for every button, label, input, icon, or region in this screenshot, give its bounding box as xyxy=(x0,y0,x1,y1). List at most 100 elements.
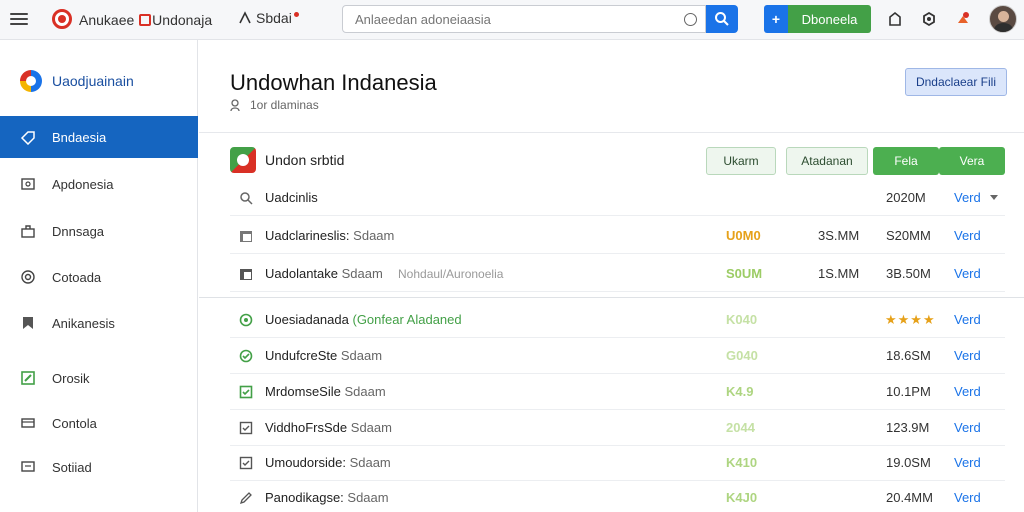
row-name: Panodikagse: Sdaam xyxy=(265,490,389,505)
table-row[interactable]: Uadclarineslis: Sdaam U0M0 3S.MM S20MM V… xyxy=(230,218,1005,254)
sidebar-item-contola[interactable]: Contola xyxy=(0,402,198,444)
table-row-featured[interactable]: Uoesiadanada (Gonfear Aladaned K040 ★★★★… xyxy=(230,302,1005,338)
row-view-link[interactable]: Verd xyxy=(954,312,981,327)
filter-pill-ukarm[interactable]: Ukarm xyxy=(706,147,776,175)
home-icon xyxy=(239,11,251,24)
row-view-link[interactable]: Verd xyxy=(954,266,981,281)
table-row[interactable]: Uadolantake Sdaam Nohdaul/Auronoelia S0U… xyxy=(230,256,1005,292)
settings-icon[interactable] xyxy=(920,10,938,28)
pen-icon xyxy=(238,490,254,506)
row-price: K410 xyxy=(726,455,758,470)
sidebar-item-label: Sotiiad xyxy=(52,459,92,475)
notification-dot-icon xyxy=(293,11,299,17)
filter-pill-atadanan[interactable]: Atadanan xyxy=(786,147,868,175)
table-row[interactable]: Uadcinlis 2020M Verd xyxy=(230,180,1005,216)
sidebar-item-bndaesia[interactable]: Bndaesia xyxy=(0,116,198,158)
sidebar-item-cotoada[interactable]: Cotoada xyxy=(0,256,198,298)
bookmark-icon xyxy=(20,315,36,331)
sidebar-item-label: Apdonesia xyxy=(52,176,114,192)
create-button[interactable]: + Dboneela xyxy=(764,5,871,33)
row-view-link[interactable]: Verd xyxy=(954,490,981,505)
sidebar: Uaodjuainain Bndaesia Apdonesia Dnnsaga … xyxy=(0,40,198,512)
row-name: Umoudorside: Sdaam xyxy=(265,455,391,470)
row-view-link[interactable]: Verd xyxy=(954,420,981,435)
home-link[interactable]: Sbdai xyxy=(238,10,299,26)
row-name-text: Umoudorside: xyxy=(265,455,346,470)
search-button[interactable] xyxy=(706,5,738,33)
row-extra: Sdaam xyxy=(350,420,392,435)
sidebar-brand-logo-icon xyxy=(20,70,42,92)
notification-bell-icon[interactable] xyxy=(954,10,972,28)
row-name: Uadolantake Sdaam xyxy=(265,266,383,281)
chat-icon xyxy=(20,459,36,475)
sidebar-item-dnnsaga[interactable]: Dnnsaga xyxy=(0,210,198,252)
row-view-link[interactable]: Verd xyxy=(954,228,981,243)
page-subtitle: 1or dlaminas xyxy=(230,98,319,112)
page-subtitle-text: 1or dlaminas xyxy=(250,98,319,112)
row-extra: Sdaam xyxy=(340,348,383,363)
row-name-text: ViddhoFrsSde xyxy=(265,420,348,435)
row-price: 2044 xyxy=(726,420,755,435)
row-name: Uadclarineslis: Sdaam xyxy=(265,228,394,243)
row-size: 18.6SM xyxy=(886,348,931,363)
row-view-link[interactable]: Verd xyxy=(954,384,981,399)
share-icon[interactable] xyxy=(886,10,904,28)
row-name: Uadcinlis xyxy=(265,190,318,205)
card-icon xyxy=(20,415,36,431)
header-divider xyxy=(199,132,1024,133)
brand-logo-icon[interactable] xyxy=(52,9,72,29)
filter-pill-fela[interactable]: Fela xyxy=(873,147,939,175)
search-input[interactable] xyxy=(355,11,684,27)
sidebar-item-sotiiad[interactable]: Sotiiad xyxy=(0,446,198,488)
home-label: Sbdai xyxy=(256,10,292,26)
row-count: 1S.MM xyxy=(818,266,860,281)
clear-search-icon[interactable] xyxy=(684,12,697,26)
brand-name-part-a: Anukaee xyxy=(79,12,135,28)
sidebar-item-label: Anikanesis xyxy=(52,315,115,331)
sidebar-item-orosik[interactable]: Orosik xyxy=(0,357,198,399)
row-count: 3S.MM xyxy=(818,228,860,243)
row-price: G040 xyxy=(726,348,758,363)
row-view-link[interactable]: Verd xyxy=(954,348,981,363)
user-avatar[interactable] xyxy=(989,5,1017,33)
table-row[interactable]: Umoudorside: Sdaam K410 19.0SM Verd xyxy=(230,445,1005,481)
brand-name-part-b: Undonaja xyxy=(152,12,213,28)
row-extra: Sdaam xyxy=(349,455,391,470)
row-size: 3B.50M xyxy=(886,266,931,281)
edit-icon xyxy=(20,370,36,386)
row-size: 2020M xyxy=(886,190,926,205)
table-row[interactable]: ViddhoFrsSde Sdaam 2044 123.9M Verd xyxy=(230,410,1005,446)
main-content: Undowhan Indanesia 1or dlaminas Dndaclae… xyxy=(199,40,1024,512)
row-extra: Sdaam xyxy=(341,266,383,281)
row-view-link[interactable]: Verd xyxy=(954,455,981,470)
chevron-down-icon[interactable] xyxy=(990,195,998,200)
row-price: S0UM xyxy=(726,266,763,281)
row-highlight: (Gonfear Aladaned xyxy=(352,312,462,327)
sidebar-item-label: Dnnsaga xyxy=(52,223,105,239)
row-size: 20.4MM xyxy=(886,490,933,505)
table-row[interactable]: MrdomseSile Sdaam K4.9 10.1PM Verd xyxy=(230,374,1005,410)
folder-icon xyxy=(238,266,254,282)
row-size: 19.0SM xyxy=(886,455,931,470)
check-box-icon xyxy=(238,420,254,436)
check-box-icon xyxy=(238,384,254,400)
row-price: U0M0 xyxy=(726,228,761,243)
table-row[interactable]: Panodikagse: Sdaam K4J0 20.4MM Verd xyxy=(230,480,1005,512)
list-logo-icon xyxy=(230,147,256,173)
download-file-button[interactable]: Dndaclaear Fili xyxy=(905,68,1007,96)
brand-name[interactable]: Anukaee Undonaja xyxy=(79,12,212,28)
sidebar-item-anikanesis[interactable]: Anikanesis xyxy=(0,302,198,344)
filter-pill-vera[interactable]: Vera xyxy=(939,147,1005,175)
list-header: Undon srbtid Ukarm Atadanan Fela Vera xyxy=(230,146,1005,176)
sidebar-brand-name: Uaodjuainain xyxy=(52,73,134,89)
hamburger-menu-icon[interactable] xyxy=(10,10,28,28)
row-view-link[interactable]: Verd xyxy=(954,190,981,205)
row-price: K4J0 xyxy=(726,490,758,505)
table-row[interactable]: UndufcreSte Sdaam G040 18.6SM Verd xyxy=(230,338,1005,374)
sidebar-brand[interactable]: Uaodjuainain xyxy=(20,70,134,92)
briefcase-icon xyxy=(20,223,36,239)
row-price: K040 xyxy=(726,312,758,327)
section-divider xyxy=(199,297,1024,298)
sidebar-item-apdonesia[interactable]: Apdonesia xyxy=(0,163,198,205)
top-bar: Anukaee Undonaja Sbdai + Dboneela xyxy=(0,0,1024,40)
